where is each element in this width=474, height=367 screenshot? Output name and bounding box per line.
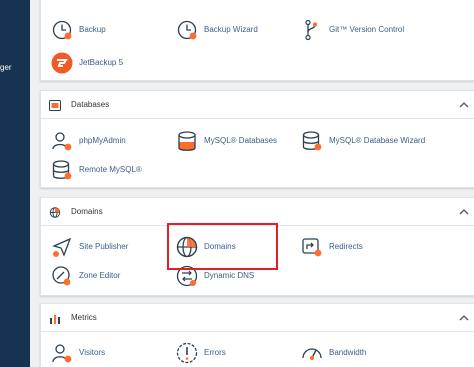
remote-mysql-label: Remote MySQL®	[79, 165, 142, 174]
mysql-wizard-icon	[302, 131, 322, 151]
zone-editor-label: Zone Editor	[79, 271, 121, 280]
databases-title: Databases	[71, 100, 110, 109]
mysql-databases-label: MySQL® Databases	[204, 136, 278, 145]
redirects-icon	[302, 238, 322, 257]
chevron-up-icon[interactable]	[459, 101, 469, 109]
sidebar: ger	[0, 0, 30, 367]
jetbackup-icon	[51, 52, 73, 74]
files-panel: Backup Backup Wizard Git™ Version Contro…	[40, 0, 474, 81]
bandwidth-label: Bandwidth	[329, 348, 367, 357]
git-icon	[305, 19, 317, 41]
mysql-databases-icon	[178, 131, 196, 151]
metrics-panel: Metrics Visitors Errors Bandwidth	[40, 303, 474, 367]
site-publisher-icon	[52, 237, 72, 257]
phpmyadmin-label: phpMyAdmin	[79, 136, 126, 145]
jetbackup-label: JetBackup 5	[79, 58, 124, 67]
domains-header[interactable]: Domains	[41, 198, 474, 226]
metrics-title: Metrics	[71, 313, 97, 322]
sidebar-partial-label[interactable]: ger	[0, 63, 12, 72]
phpmyadmin-icon	[52, 132, 72, 151]
domains-section-icon	[49, 207, 61, 218]
mysql-database-wizard-label: MySQL® Database Wizard	[329, 136, 426, 145]
chevron-up-icon[interactable]	[459, 208, 469, 216]
databases-section-icon	[49, 100, 61, 111]
domains-title: Domains	[71, 207, 103, 216]
backup-wizard-icon	[177, 20, 197, 40]
site-publisher-label: Site Publisher	[79, 242, 129, 251]
visitors-icon	[52, 344, 72, 363]
backup-icon	[52, 20, 72, 40]
domains-highlight-box	[167, 223, 278, 270]
chevron-up-icon[interactable]	[459, 314, 469, 322]
redirects-label: Redirects	[329, 242, 363, 251]
zone-editor-icon	[52, 266, 71, 286]
metrics-section-icon	[50, 315, 60, 324]
metrics-header[interactable]: Metrics	[41, 304, 474, 332]
bandwidth-icon	[302, 348, 322, 360]
errors-label: Errors	[204, 348, 226, 357]
databases-header[interactable]: Databases	[41, 91, 474, 119]
visitors-label: Visitors	[79, 348, 106, 357]
backup-wizard-label: Backup Wizard	[204, 25, 258, 34]
errors-icon	[176, 342, 198, 364]
dynamic-dns-label: Dynamic DNS	[204, 271, 255, 280]
remote-mysql-icon	[52, 160, 72, 180]
git-version-control-label: Git™ Version Control	[329, 25, 405, 34]
databases-panel: Databases phpMyAdmin MySQL® Databases My…	[40, 90, 474, 188]
backup-label: Backup	[79, 25, 106, 34]
